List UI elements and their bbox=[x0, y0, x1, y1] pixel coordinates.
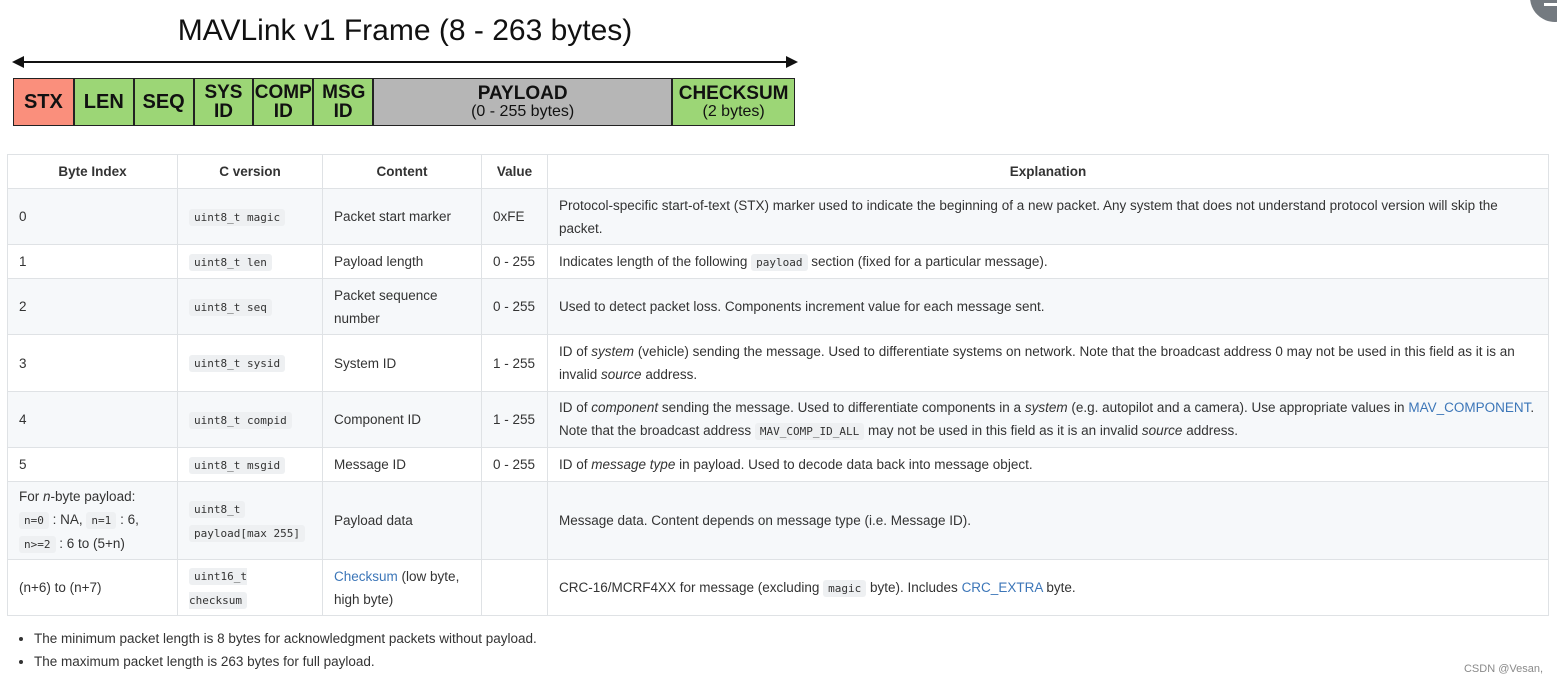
cell-explanation: ID of component sending the message. Use… bbox=[547, 391, 1549, 448]
table-row: 3 uint8_t sysid System ID 1 - 255 ID of … bbox=[7, 334, 1549, 392]
col-header-c-version: C version bbox=[177, 154, 323, 189]
cell-value: 0 - 255 bbox=[481, 278, 548, 335]
cell-content: Payload length bbox=[322, 244, 482, 279]
cell-content: Packet sequence number bbox=[322, 278, 482, 335]
checksum-link[interactable]: Checksum bbox=[334, 569, 398, 584]
cell-c-version: uint8_t sysid bbox=[177, 334, 323, 392]
cell-c-version: uint8_t magic bbox=[177, 188, 323, 245]
table-row: 1 uint8_t len Payload length 0 - 255 Ind… bbox=[7, 244, 1549, 279]
cell-explanation: Message data. Content depends on message… bbox=[547, 481, 1549, 560]
cell-c-version: uint8_t compid bbox=[177, 391, 323, 448]
cell-content: System ID bbox=[322, 334, 482, 392]
field-seq: SEQ bbox=[134, 79, 195, 125]
cell-explanation: Protocol-specific start-of-text (STX) ma… bbox=[547, 188, 1549, 245]
field-compid: COMP ID bbox=[254, 79, 315, 125]
field-len: LEN bbox=[74, 79, 135, 125]
table-row: 4 uint8_t compid Component ID 1 - 255 ID… bbox=[7, 391, 1549, 448]
table-row: (n+6) to (n+7) uint16_t checksum Checksu… bbox=[7, 559, 1549, 616]
field-payload: PAYLOAD (0 - 255 bytes) bbox=[374, 79, 674, 125]
field-stx: STX bbox=[14, 79, 75, 125]
notes-list: The minimum packet length is 8 bytes for… bbox=[18, 627, 537, 673]
cell-content: Message ID bbox=[322, 447, 482, 482]
crc-extra-link[interactable]: CRC_EXTRA bbox=[962, 580, 1043, 595]
cell-c-version: uint16_t checksum bbox=[177, 559, 323, 616]
cell-byte-index: 3 bbox=[7, 334, 178, 392]
cell-byte-index: 2 bbox=[7, 278, 178, 335]
mav-component-link[interactable]: MAV_COMPONENT bbox=[1408, 400, 1530, 415]
note-item: The maximum packet length is 263 bytes f… bbox=[34, 650, 537, 673]
frame-span-arrow bbox=[12, 56, 798, 68]
cell-content: Packet start marker bbox=[322, 188, 482, 245]
cell-value: 0 - 255 bbox=[481, 244, 548, 279]
cell-byte-index: 5 bbox=[7, 447, 178, 482]
cell-value: 0xFE bbox=[481, 188, 548, 245]
table-row: For n-byte payload: n=0 : NA, n=1 : 6, n>=… bbox=[7, 481, 1549, 560]
table-header-row: Byte Index C version Content Value Expla… bbox=[7, 154, 1549, 189]
cell-byte-index: For n-byte payload: n=0 : NA, n=1 : 6, n>=… bbox=[7, 481, 178, 560]
cell-c-version: uint8_t len bbox=[177, 244, 323, 279]
field-checksum: CHECKSUM (2 bytes) bbox=[673, 79, 794, 125]
field-msgid: MSG ID bbox=[314, 79, 375, 125]
cell-content: Component ID bbox=[322, 391, 482, 448]
cell-value bbox=[481, 481, 548, 560]
frame-field-bar: STX LEN SEQ SYS ID COMP ID MSG ID PAYLOA… bbox=[13, 78, 795, 126]
watermark: CSDN @Vesan, bbox=[1463, 663, 1543, 675]
cell-explanation: Indicates length of the following payloa… bbox=[547, 244, 1549, 279]
cell-byte-index: 0 bbox=[7, 188, 178, 245]
col-header-content: Content bbox=[322, 154, 482, 189]
table-row: 5 uint8_t msgid Message ID 0 - 255 ID of… bbox=[7, 447, 1549, 482]
cell-c-version: uint8_t payload[max 255] bbox=[177, 481, 323, 560]
cell-value: 1 - 255 bbox=[481, 391, 548, 448]
scroll-top-button[interactable] bbox=[1530, 0, 1557, 22]
cell-explanation: Used to detect packet loss. Components i… bbox=[547, 278, 1549, 335]
frame-title: MAVLink v1 Frame (8 - 263 bytes) bbox=[177, 14, 633, 47]
cell-byte-index: 1 bbox=[7, 244, 178, 279]
cell-content: Payload data bbox=[322, 481, 482, 560]
cell-value bbox=[481, 559, 548, 616]
frame-format-table: Byte Index C version Content Value Expla… bbox=[7, 154, 1549, 616]
cell-c-version: uint8_t seq bbox=[177, 278, 323, 335]
cell-explanation: ID of system (vehicle) sending the messa… bbox=[547, 334, 1549, 392]
cell-explanation: ID of message type in payload. Used to d… bbox=[547, 447, 1549, 482]
table-row: 2 uint8_t seq Packet sequence number 0 -… bbox=[7, 278, 1549, 335]
cell-content: Checksum (low byte, high byte) bbox=[322, 559, 482, 616]
cell-byte-index: 4 bbox=[7, 391, 178, 448]
cell-value: 1 - 255 bbox=[481, 334, 548, 392]
col-header-explanation: Explanation bbox=[547, 154, 1549, 189]
cell-value: 0 - 255 bbox=[481, 447, 548, 482]
cell-c-version: uint8_t msgid bbox=[177, 447, 323, 482]
cell-byte-index: (n+6) to (n+7) bbox=[7, 559, 178, 616]
field-sysid: SYS ID bbox=[194, 79, 255, 125]
cell-explanation: CRC-16/MCRF4XX for message (excluding ma… bbox=[547, 559, 1549, 616]
note-item: The minimum packet length is 8 bytes for… bbox=[34, 627, 537, 650]
table-row: 0 uint8_t magic Packet start marker 0xFE… bbox=[7, 188, 1549, 245]
col-header-byte-index: Byte Index bbox=[7, 154, 178, 189]
col-header-value: Value bbox=[481, 154, 548, 189]
